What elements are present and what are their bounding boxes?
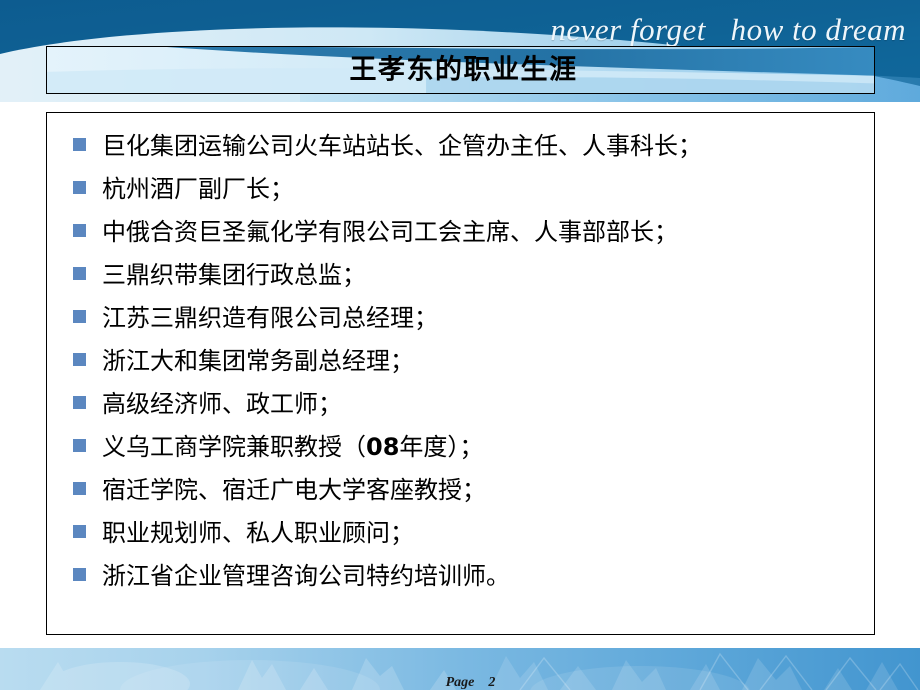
list-item-label: 浙江省企业管理咨询公司特约培训师。 [102,562,510,590]
list-item: 义乌工商学院兼职教授（08年度）； [59,426,864,469]
list-item: 江苏三鼎织造有限公司总经理； [59,297,864,340]
list-item: 巨化集团运输公司火车站站长、企管办主任、人事科长； [59,125,864,168]
content-box: 巨化集团运输公司火车站站长、企管办主任、人事科长； 杭州酒厂副厂长； 中俄合资巨圣氟… [46,112,875,635]
list-item: 职业规划师、私人职业顾问； [59,512,864,555]
list-item: 宿迁学院、宿迁广电大学客座教授； [59,469,864,512]
bullet-square-icon [73,181,86,194]
bullet-square-icon [73,310,86,323]
list-item-label: 义乌工商学院兼职教授（08年度）； [102,433,484,461]
list-item: 杭州酒厂副厂长； [59,168,864,211]
list-item-label: 三鼎织带集团行政总监； [102,261,366,289]
list-item-label: 江苏三鼎织造有限公司总经理； [102,304,438,332]
footer-banner: Page 2 [0,648,920,690]
bullet-square-icon [73,224,86,237]
list-item-label: 巨化集团运输公司火车站站长、企管办主任、人事科长； [102,132,702,160]
list-item: 三鼎织带集团行政总监； [59,254,864,297]
bullet-square-icon [73,568,86,581]
bullet-square-icon [73,482,86,495]
footer-page-label: Page [445,675,475,690]
bullet-square-icon [73,439,86,452]
footer-page-number: 2 [488,675,496,690]
list-item: 浙江省企业管理咨询公司特约培训师。 [59,555,864,598]
list-item: 中俄合资巨圣氟化学有限公司工会主席、人事部部长； [59,211,864,254]
header-tagline: never forget how to dream [550,12,906,47]
list-item: 高级经济师、政工师； [59,383,864,426]
list-item-label: 职业规划师、私人职业顾问； [102,519,414,547]
career-bullet-list: 巨化集团运输公司火车站站长、企管办主任、人事科长； 杭州酒厂副厂长； 中俄合资巨圣氟… [59,125,864,598]
bullet-square-icon [73,353,86,366]
bullet-square-icon [73,267,86,280]
list-item: 浙江大和集团常务副总经理； [59,340,864,383]
bullet-square-icon [73,396,86,409]
bullet-square-icon [73,525,86,538]
footer-page-indicator: Page 2 [0,659,920,690]
page-title: 王孝东的职业生涯 [349,54,578,86]
list-item-label: 中俄合资巨圣氟化学有限公司工会主席、人事部部长； [102,218,678,246]
list-item-label: 杭州酒厂副厂长； [102,175,294,203]
list-item-label: 浙江大和集团常务副总经理； [102,347,414,375]
list-item-label: 高级经济师、政工师； [102,390,342,418]
slide-title-box: 王孝东的职业生涯 [46,46,875,94]
slide-root: never forget how to dream 王孝东的职业生涯 巨化集团运… [0,0,920,690]
list-item-label: 宿迁学院、宿迁广电大学客座教授； [102,476,486,504]
bullet-square-icon [73,138,86,151]
